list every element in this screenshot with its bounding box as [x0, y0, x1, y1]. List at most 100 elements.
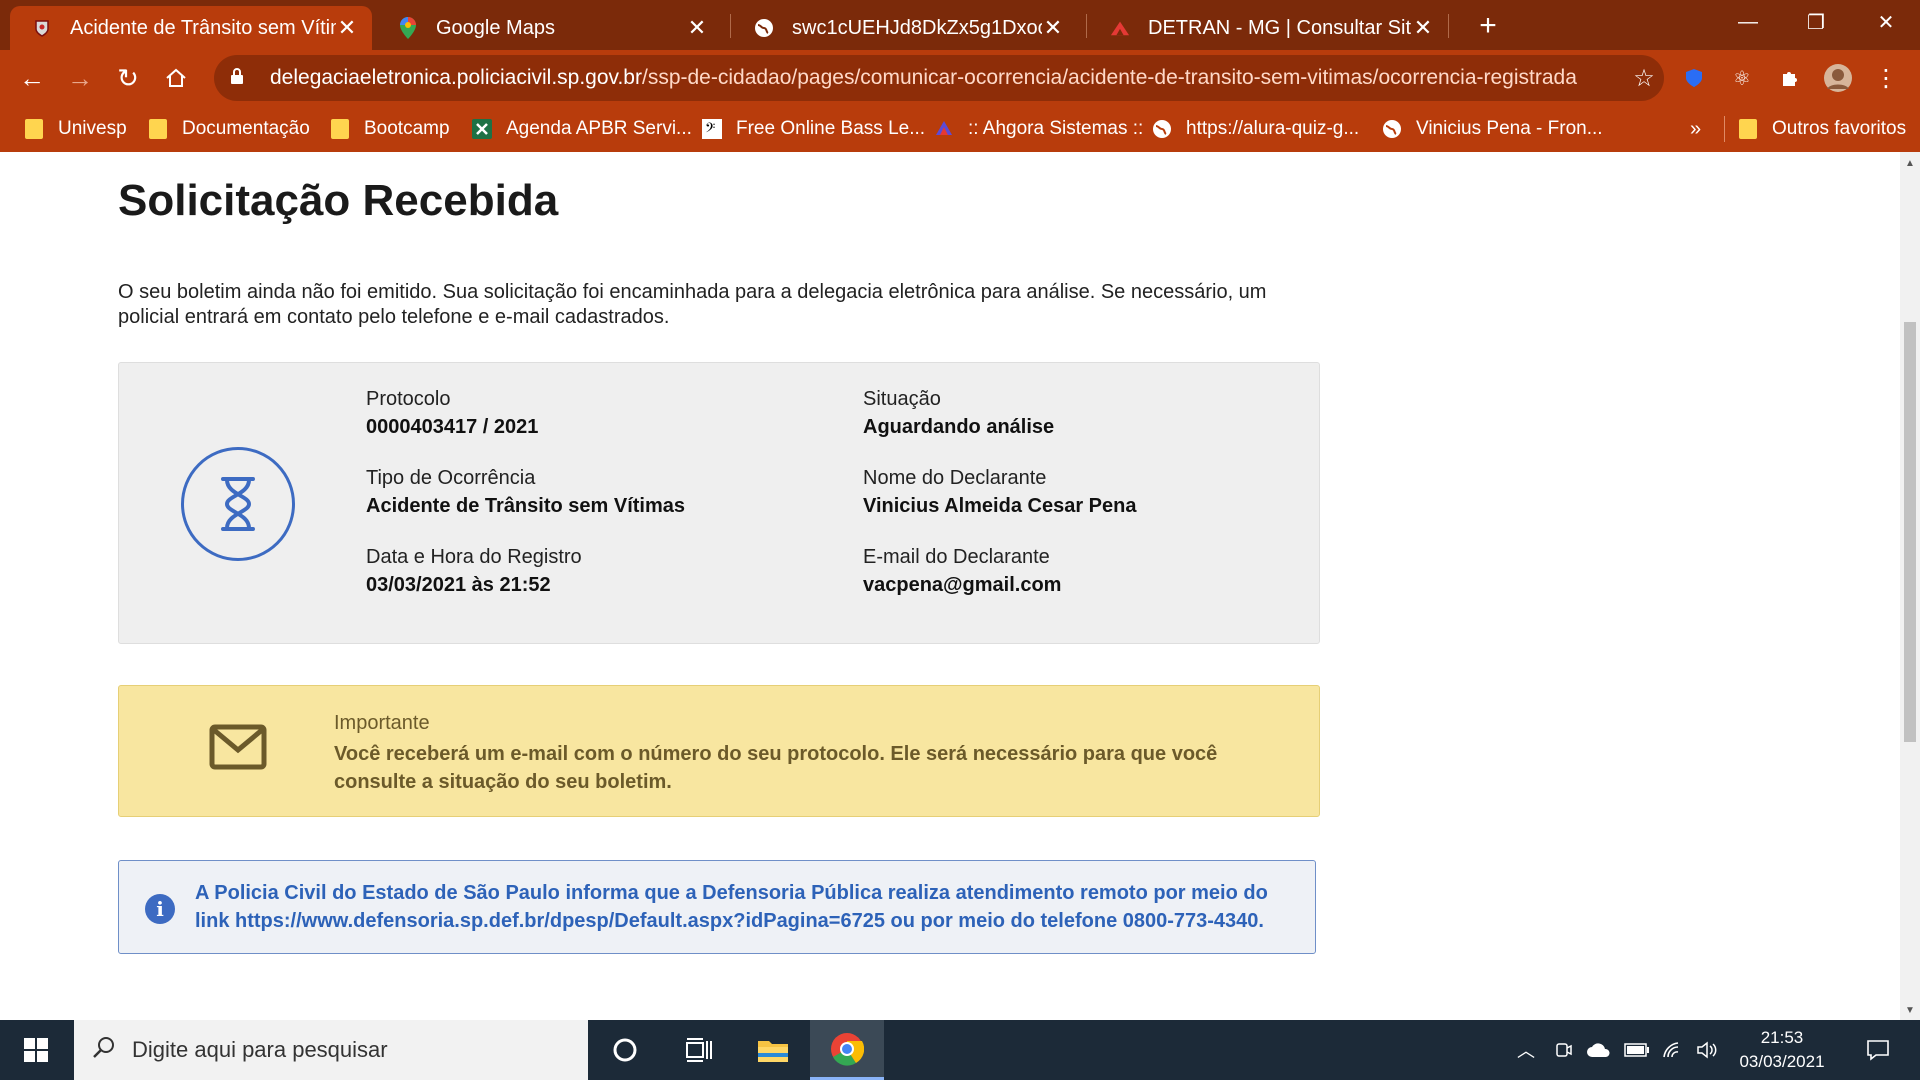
bookmark-label: Vinicius Pena - Fron... — [1416, 118, 1603, 139]
svg-text:𝄢: 𝄢 — [705, 120, 715, 139]
intro-text: O seu boletim ainda não foi emitido. Sua… — [118, 281, 1267, 328]
folder-icon — [24, 119, 44, 139]
bookmark-star-icon[interactable]: ☆ — [1624, 64, 1664, 93]
wifi-icon[interactable] — [1658, 1020, 1688, 1080]
field-protocolo: Protocolo 0000403417 / 2021 — [366, 385, 538, 441]
bookmark-alura[interactable]: https://alura-quiz-g... — [1152, 106, 1359, 152]
scroll-up-icon[interactable]: ▲ — [1900, 158, 1920, 169]
file-explorer-icon[interactable] — [736, 1020, 810, 1080]
envelope-icon — [209, 724, 267, 775]
taskbar-clock[interactable]: 21:53 03/03/2021 — [1724, 1026, 1840, 1074]
notice-text: Você receberá um e-mail com o número do … — [334, 743, 1218, 793]
field-nome-declarante: Nome do Declarante Vinicius Almeida Cesa… — [863, 464, 1136, 520]
bookmark-vinicius[interactable]: Vinicius Pena - Fron... — [1382, 106, 1603, 152]
reload-icon[interactable]: ↻ — [110, 60, 146, 96]
other-bookmarks[interactable]: Outros favoritos — [1738, 106, 1906, 152]
field-value: Acidente de Trânsito sem Vítimas — [366, 495, 685, 517]
notice-title: Importante — [334, 712, 430, 734]
tab-title: Google Maps — [436, 16, 555, 39]
restore-icon[interactable]: ❐ — [1782, 0, 1850, 44]
tab-strip: Acidente de Trânsito sem Vítimas ✕ Googl… — [0, 0, 1920, 50]
page-scrollbar[interactable]: ▲ ▼ — [1900, 152, 1920, 1020]
bookmark-label: Documentação — [182, 118, 310, 139]
tab-swc[interactable]: swc1cUEHJd8DkZx5g1Dxocx8ON ✕ — [732, 6, 1078, 50]
bookmark-documentacao[interactable]: Documentação — [148, 106, 310, 152]
react-devtools-icon[interactable]: ⚛ — [1726, 62, 1758, 94]
folder-icon — [1738, 119, 1758, 139]
tab-close-icon[interactable]: ✕ — [1042, 15, 1064, 41]
bookmark-agenda[interactable]: Agenda APBR Servi... — [472, 106, 692, 152]
shield-extension-icon[interactable] — [1678, 62, 1710, 94]
folder-icon — [148, 119, 168, 139]
new-tab-button[interactable]: + — [1468, 8, 1508, 44]
field-label: Situação — [863, 388, 941, 410]
cortana-icon[interactable] — [588, 1020, 662, 1080]
excel-icon — [472, 119, 492, 139]
bookmark-univesp[interactable]: Univesp — [24, 106, 127, 152]
field-label: E-mail do Declarante — [863, 546, 1050, 568]
field-situacao: Situação Aguardando análise — [863, 385, 1054, 441]
hourglass-icon — [181, 447, 295, 561]
tab-active[interactable]: Acidente de Trânsito sem Vítimas ✕ — [10, 6, 372, 50]
bookmark-bootcamp[interactable]: Bootcamp — [330, 106, 450, 152]
field-email-declarante: E-mail do Declarante vacpena@gmail.com — [863, 543, 1061, 599]
tab-title: Acidente de Trânsito sem Vítimas — [70, 16, 336, 39]
tab-close-icon[interactable]: ✕ — [686, 15, 708, 41]
bookmarks-overflow-button[interactable]: » — [1690, 106, 1701, 152]
sp-crest-icon — [32, 18, 52, 38]
bookmark-label: :: Ahgora Sistemas :: — [968, 118, 1144, 139]
url-host: delegaciaeletronica.policiacivil.sp.gov.… — [270, 66, 642, 89]
tab-google-maps[interactable]: Google Maps ✕ — [376, 6, 722, 50]
profile-avatar[interactable] — [1822, 62, 1854, 94]
windows-start-icon[interactable] — [0, 1020, 72, 1080]
bass-clef-icon: 𝄢 — [702, 119, 722, 139]
bookmark-label: Agenda APBR Servi... — [506, 118, 692, 139]
bookmarks-bar: Univesp Documentação Bootcamp Agenda APB… — [0, 106, 1920, 152]
minimize-icon[interactable]: — — [1714, 0, 1782, 44]
tab-title: swc1cUEHJd8DkZx5g1Dxocx8ON — [792, 16, 1042, 39]
battery-icon[interactable] — [1622, 1020, 1652, 1080]
ahgora-icon — [934, 119, 954, 139]
home-icon[interactable] — [158, 60, 194, 96]
browser-menu-icon[interactable]: ⋮ — [1870, 62, 1902, 94]
info-text[interactable]: A Policia Civil do Estado de São Paulo i… — [195, 879, 1305, 935]
tab-separator — [1448, 14, 1449, 38]
page-title: Solicitação Recebida — [118, 176, 559, 225]
tab-close-icon[interactable]: ✕ — [336, 15, 358, 41]
field-label: Nome do Declarante — [863, 467, 1047, 489]
extensions-puzzle-icon[interactable] — [1774, 62, 1806, 94]
scroll-down-icon[interactable]: ▼ — [1900, 1005, 1920, 1016]
forward-icon[interactable]: → — [62, 60, 98, 96]
browser-toolbar: ← → ↻ delegaciaeletronica.policiacivil.s… — [0, 50, 1920, 106]
tab-close-icon[interactable]: ✕ — [1412, 15, 1434, 41]
url-path: /ssp-de-cidadao/pages/comunicar-ocorrenc… — [641, 66, 1577, 89]
defensoria-info-notice: i A Policia Civil do Estado de São Paulo… — [118, 860, 1316, 954]
window-close-icon[interactable]: ✕ — [1852, 0, 1920, 44]
bookmark-ahgora[interactable]: :: Ahgora Sistemas :: — [934, 106, 1143, 152]
back-icon[interactable]: ← — [14, 60, 50, 96]
globe-icon — [1382, 119, 1402, 139]
tab-detran[interactable]: DETRAN - MG | Consultar Situaçã ✕ — [1088, 6, 1448, 50]
meet-now-icon[interactable] — [1550, 1020, 1578, 1080]
field-data-hora: Data e Hora do Registro 03/03/2021 às 21… — [366, 543, 582, 599]
globe-icon — [754, 18, 774, 38]
chrome-taskbar-icon[interactable] — [810, 1020, 884, 1080]
field-label: Tipo de Ocorrência — [366, 467, 536, 489]
scrollbar-thumb[interactable] — [1904, 322, 1916, 742]
onedrive-icon[interactable] — [1584, 1020, 1614, 1080]
bookmark-bass[interactable]: 𝄢 Free Online Bass Le... — [702, 106, 925, 152]
bookmark-label: Bootcamp — [364, 118, 450, 139]
important-notice: Importante Você receberá um e-mail com o… — [118, 685, 1320, 817]
volume-icon[interactable] — [1692, 1020, 1722, 1080]
field-label: Protocolo — [366, 388, 451, 410]
notifications-icon[interactable] — [1852, 1020, 1904, 1080]
field-value: Aguardando análise — [863, 416, 1055, 438]
address-bar[interactable]: delegaciaeletronica.policiacivil.sp.gov.… — [214, 55, 1664, 101]
task-view-icon[interactable] — [662, 1020, 736, 1080]
clock-date: 03/03/2021 — [1739, 1052, 1825, 1071]
tray-chevron-icon[interactable]: ︿ — [1512, 1020, 1540, 1080]
field-label: Data e Hora do Registro — [366, 546, 582, 568]
registration-details-card: Protocolo 0000403417 / 2021 Tipo de Ocor… — [118, 362, 1320, 644]
bookmark-label: https://alura-quiz-g... — [1186, 118, 1360, 139]
taskbar-search-input[interactable]: Digite aqui para pesquisar — [74, 1020, 588, 1080]
